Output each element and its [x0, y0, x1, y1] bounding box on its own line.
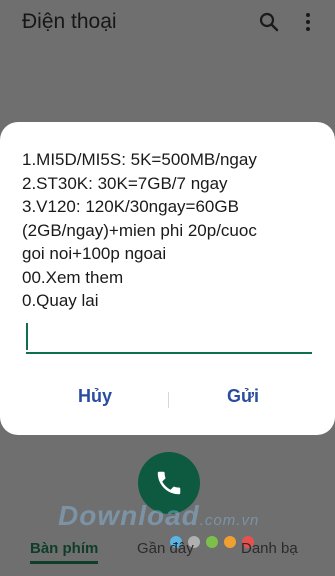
ussd-message-line: 00.Xem them	[22, 267, 124, 287]
phone-icon	[157, 471, 181, 495]
ussd-message-line: (2GB/ngay)+mien phi 20p/cuoc	[22, 220, 257, 240]
watermark-suffix: .com.vn	[199, 512, 260, 529]
watermark-dot	[224, 536, 236, 548]
button-divider	[168, 392, 169, 408]
more-vert-icon[interactable]	[304, 12, 312, 32]
text-cursor	[26, 323, 28, 350]
ussd-message: 1.MI5D/MI5S: 5K=500MB/ngay 2.ST30K: 30K=…	[22, 148, 322, 313]
tab-keypad[interactable]: Bàn phím	[30, 540, 99, 564]
app-bar: Điện thoại	[0, 0, 335, 50]
ussd-reply-input[interactable]	[26, 320, 312, 354]
tab-contacts[interactable]: Danh bạ	[241, 540, 298, 557]
ussd-message-line: 0.Quay lai	[22, 291, 99, 310]
ussd-message-line: goi noi+100p ngoai	[22, 244, 167, 263]
send-button[interactable]: Gửi	[227, 386, 259, 407]
ussd-message-line: 2.ST30K: 30K=7GB/7 ngay	[22, 173, 228, 193]
app-title: Điện thoại	[22, 10, 117, 33]
ussd-message-line: 1.MI5D/MI5S: 5K=500MB/ngay	[22, 150, 257, 169]
watermark: Download.com.vn	[58, 500, 259, 532]
tab-recents[interactable]: Gần đây	[137, 540, 194, 557]
search-icon[interactable]	[259, 12, 279, 32]
ussd-dialog: 1.MI5D/MI5S: 5K=500MB/ngay 2.ST30K: 30K=…	[0, 122, 335, 435]
cancel-button[interactable]: Hủy	[78, 386, 112, 407]
watermark-text: Download	[58, 500, 200, 531]
watermark-dot	[206, 536, 218, 548]
ussd-message-line: 3.V120: 120K/30ngay=60GB	[22, 197, 239, 216]
